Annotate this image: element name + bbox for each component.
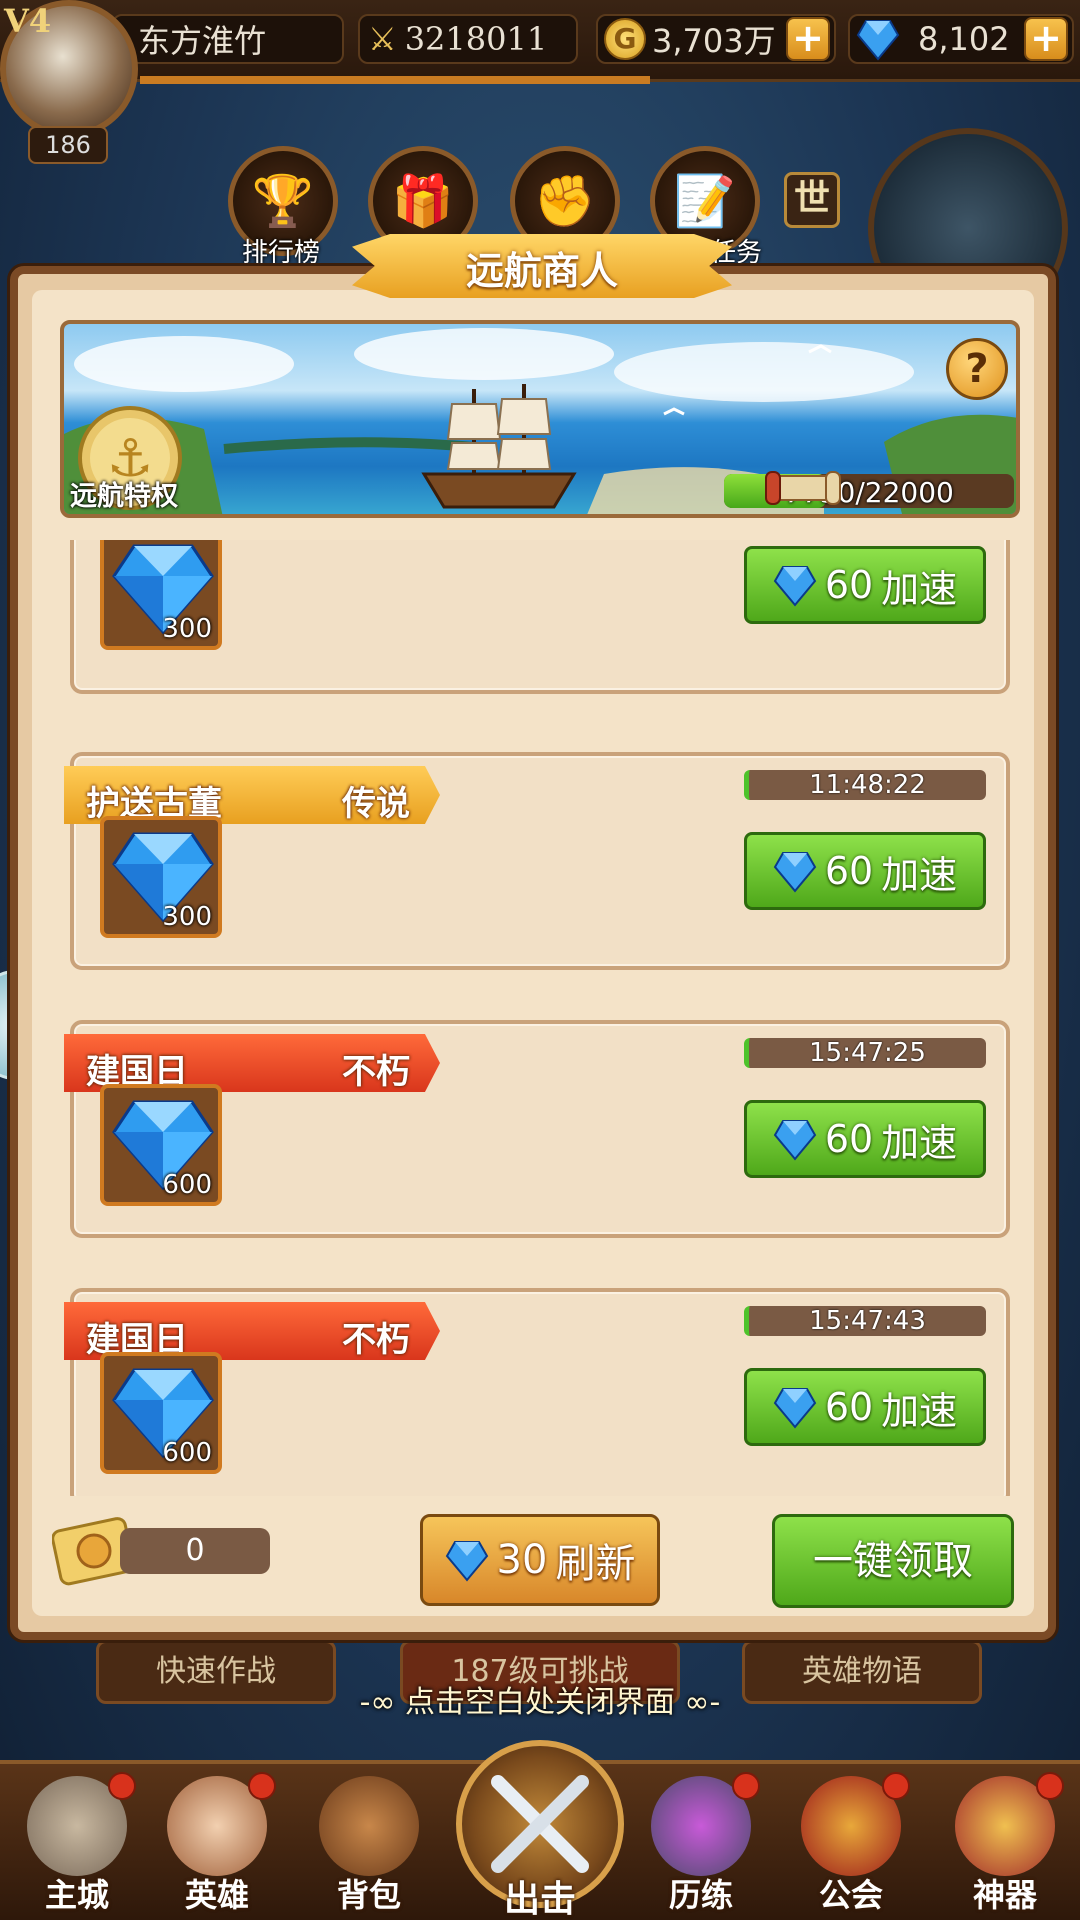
gold-value: 3,703万 [652,22,776,60]
panel-title-banner: 远航商人 [352,228,732,306]
notification-dot [882,1772,910,1800]
gem-icon [773,1388,817,1429]
order-rarity: 不朽 [342,1320,410,1360]
gem-icon [856,20,900,61]
reward-quantity: 600 [162,1170,212,1200]
nav-backpack[interactable]: 背包 [304,1772,434,1920]
nav-guild[interactable]: 公会 [786,1772,916,1920]
voyage-privilege-label: 远航特权 [70,481,178,512]
notification-dot [108,1772,136,1800]
fist-icon: ✊ [533,171,597,230]
backpack-icon [319,1776,419,1876]
nav-heroes[interactable]: 英雄 [152,1772,282,1920]
nav-artifact[interactable]: 神器 [940,1772,1070,1920]
add-gold-button[interactable]: + [786,17,830,61]
gift-icon: 🎁 [391,171,455,230]
order-rarity: 传说 [342,784,410,824]
speed-up-label: 加速 [881,852,958,897]
order-timer: 15:47:25 [744,1038,986,1068]
nav-label: 英雄 [184,1876,249,1914]
order-card: 护送古董 传说 300 11:48:22 60 加速 [64,752,1010,970]
nav-label: 历练 [668,1876,733,1914]
player-level: 186 [28,126,108,164]
gem-icon [773,1120,817,1161]
nav-label: 神器 [972,1876,1037,1914]
reward-item[interactable]: 300 [100,816,222,938]
ticket-count: 0 [120,1528,270,1574]
nav-label: 背包 [336,1876,401,1914]
quest-scroll-icon: 📝 [673,171,737,230]
vip-badge: V4 [4,2,52,40]
experience-bar [140,76,650,84]
panel-title: 远航商人 [465,249,618,293]
gem-icon [773,566,817,607]
nav-trials[interactable]: 历练 [636,1772,766,1920]
gem-icon [773,852,817,893]
speed-up-cost: 60 [824,563,874,607]
game-screen: 东方淮竹 ⚔ 3218011 G 3,703万 + 8,102 + V4 186… [0,0,1080,1920]
speed-up-cost: 60 [824,1117,874,1161]
ranking-label: 排行榜 [242,238,321,268]
claim-all-button[interactable]: 一键领取 [772,1514,1014,1608]
order-timer: 11:48:22 [744,770,986,800]
nav-main-city[interactable]: 主城 [12,1772,142,1920]
nav-label: 主城 [44,1876,109,1914]
refresh-cost: 30 [496,1537,548,1583]
notification-dot [1036,1772,1064,1800]
speed-up-cost: 60 [824,1385,874,1429]
reward-quantity: 600 [162,1438,212,1468]
help-button[interactable]: ? [946,338,1008,400]
refresh-label: 刷新 [555,1541,636,1587]
speed-up-button[interactable]: 60 加速 [744,832,986,910]
world-chat-button[interactable]: 世 [784,172,840,228]
speed-up-button[interactable]: 60 加速 [744,546,986,624]
gold-coin-icon: G [604,18,646,60]
player-name: 东方淮竹 [138,22,267,60]
gem-icon [445,1541,488,1582]
notification-dot [732,1772,760,1800]
speed-up-label: 加速 [881,566,958,611]
reward-item[interactable]: 600 [100,1352,222,1474]
power-display: ⚔ 3218011 [358,14,578,64]
trophy-icon: 🏆 [251,171,315,230]
order-card: 建国日 不朽 600 15:47:43 60 加速 [64,1288,1010,1496]
voyage-banner: ⚓ 远航特权 ? 7730/22000 [60,320,1020,518]
gem-value: 8,102 [918,20,1010,58]
speed-up-button[interactable]: 60 加速 [744,1100,986,1178]
gem-display: 8,102 + [848,14,1074,64]
notification-dot [248,1772,276,1800]
reward-item[interactable]: 300 [100,540,222,650]
attack-label: 出击 [503,1879,576,1920]
speed-up-label: 加速 [881,1120,958,1165]
order-rarity: 不朽 [342,1052,410,1092]
reward-quantity: 300 [162,902,212,932]
speed-up-cost: 60 [824,849,874,893]
scroll-icon [765,471,841,505]
order-card: 30011:48:1660加速 [70,540,1010,694]
reward-quantity: 300 [162,614,212,644]
player-name-field[interactable]: 东方淮竹 [112,14,344,64]
order-timer: 15:47:43 [744,1306,986,1336]
speed-up-button[interactable]: 60 加速 [744,1368,986,1446]
power-value: 3218011 [404,20,548,58]
nav-label: 公会 [818,1876,883,1914]
gold-display: G 3,703万 + [596,14,836,64]
speed-up-label: 加速 [881,1388,958,1433]
reward-item[interactable]: 600 [100,1084,222,1206]
ship-illustration [421,384,577,509]
refresh-button[interactable]: 30 刷新 [420,1514,660,1606]
add-gem-button[interactable]: + [1024,17,1068,61]
close-hint[interactable]: -∞ 点击空白处关闭界面 ∞- [0,1677,1080,1721]
crossed-swords-icon: ⚔ [368,20,397,58]
order-list[interactable]: 30011:48:1660加速护送古董传说30011:48:2260加速建国日不… [56,540,1024,1496]
order-card: 建国日 不朽 600 15:47:25 60 加速 [64,1020,1010,1238]
